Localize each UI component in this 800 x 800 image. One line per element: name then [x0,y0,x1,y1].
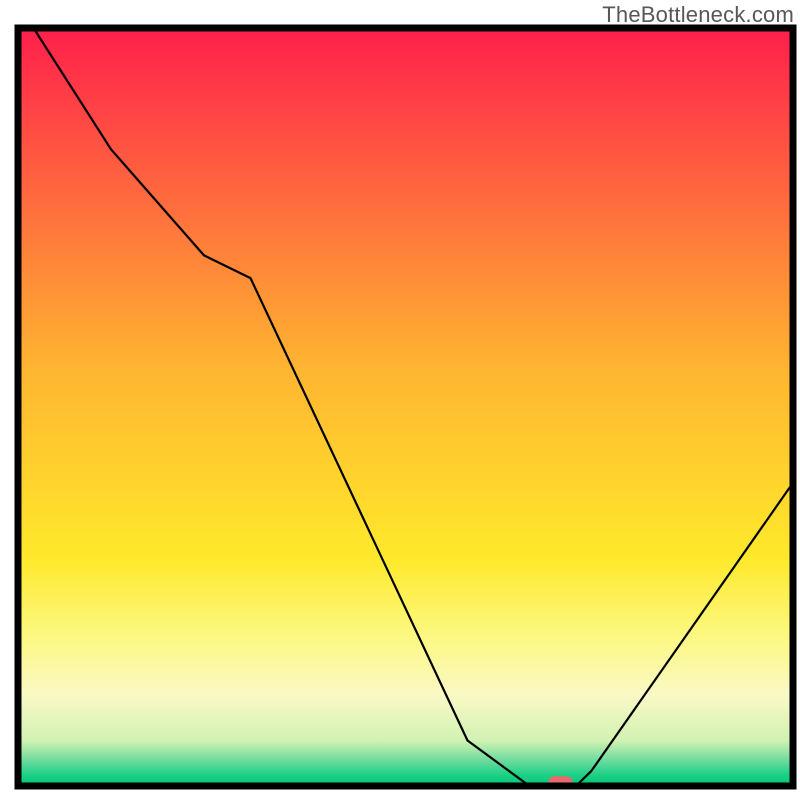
chart-svg [0,0,800,800]
watermark-text: TheBottleneck.com [602,2,794,28]
gradient-background [18,28,793,786]
bottleneck-chart: TheBottleneck.com [0,0,800,800]
